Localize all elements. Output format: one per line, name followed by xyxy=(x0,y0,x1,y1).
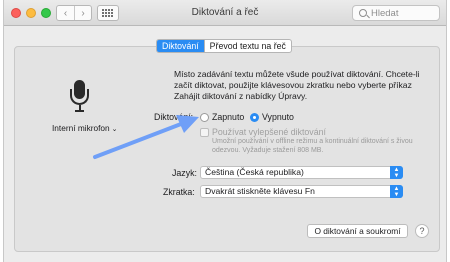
dictation-description: Místo zadávání textu můžete všude použív… xyxy=(174,69,420,101)
help-button[interactable]: ? xyxy=(415,224,429,238)
language-label: Jazyk: xyxy=(172,168,197,178)
enhanced-dictation-note: Umožní používání v offline režimu a kont… xyxy=(212,138,413,154)
tab-bar: Diktování Převod textu na řeč xyxy=(156,39,292,53)
title-bar: ‹ › Diktování a řeč Hledat xyxy=(4,0,446,26)
language-select[interactable]: Čeština (Česká republika) ▲ ▼ xyxy=(200,166,403,179)
language-value: Čeština (Česká republika) xyxy=(205,167,304,177)
search-field[interactable]: Hledat xyxy=(352,5,440,21)
search-icon xyxy=(359,9,367,17)
chevron-down-icon: ⌄ xyxy=(111,126,118,133)
dictation-label: Diktování: xyxy=(154,112,194,122)
dictation-off-label: Vypnuto xyxy=(262,112,294,122)
dictation-on-radio[interactable]: Zapnuto xyxy=(200,112,244,122)
about-privacy-button[interactable]: O diktování a soukromí xyxy=(307,224,408,238)
radio-circle xyxy=(200,112,209,122)
enhanced-dictation-label: Používat vylepšené diktování xyxy=(212,127,326,137)
stepper-arrows-icon: ▲ ▼ xyxy=(390,185,403,198)
shortcut-select[interactable]: Dvakrát stiskněte klávesu Fn ▲ ▼ xyxy=(200,185,403,198)
shortcut-label: Zkratka: xyxy=(163,187,195,197)
tab-dictation[interactable]: Diktování xyxy=(157,40,204,52)
dictation-off-radio[interactable]: Vypnuto xyxy=(250,112,294,122)
preferences-window: ‹ › Diktování a řeč Hledat Diktování Pře… xyxy=(3,0,447,262)
radio-circle-selected xyxy=(250,112,259,122)
tab-text-to-speech[interactable]: Převod textu na řeč xyxy=(203,40,291,52)
stepper-arrows-icon: ▲ ▼ xyxy=(390,166,403,179)
dictation-on-label: Zapnuto xyxy=(212,112,245,122)
shortcut-value: Dvakrát stiskněte klávesu Fn xyxy=(205,186,315,196)
microphone-label: Interní mikrofon xyxy=(52,123,110,133)
enhanced-dictation-checkbox[interactable]: Používat vylepšené diktování xyxy=(200,127,326,137)
search-placeholder: Hledat xyxy=(371,7,399,19)
checkbox-box xyxy=(200,127,209,137)
microphone-selector[interactable]: Interní mikrofon ⌄ xyxy=(52,123,118,133)
